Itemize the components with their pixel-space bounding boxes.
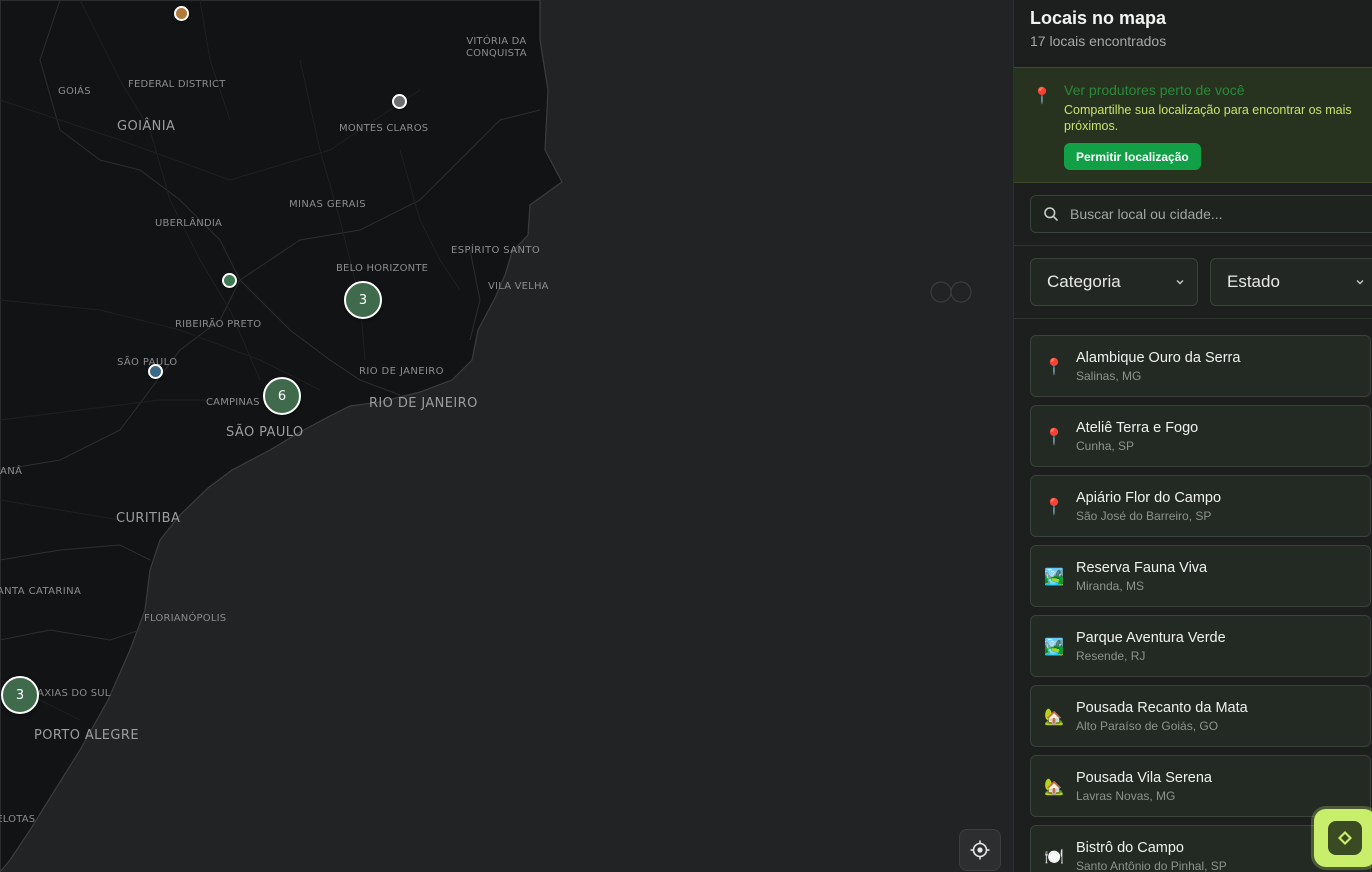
place-city: Santo Antônio do Pinhal, SP [1076, 859, 1227, 872]
place-city: Cunha, SP [1076, 439, 1135, 453]
search-box[interactable] [1030, 195, 1372, 233]
map-label-belo-horizonte: BELO HORIZONTE [336, 263, 429, 274]
map-label-curitiba: CURITIBA [116, 511, 181, 526]
map-label-rio-de-janeiro: RIO DE JANEIRO [369, 396, 478, 411]
category-select-label: Categoria [1047, 272, 1121, 291]
map-label-sao-paulo-state: SÃO PAULO [117, 357, 178, 368]
place-city: Resende, RJ [1076, 649, 1146, 663]
map-label-goiania: GOIÂNIA [117, 119, 176, 134]
map-label-federal-district: FEDERAL DISTRICT [128, 79, 226, 90]
place-city: Alto Paraíso de Goiás, GO [1076, 719, 1219, 733]
filters: Categoria Estado [1014, 246, 1372, 319]
fab-inner [1328, 821, 1362, 855]
app: GOIÂNIA SÃO PAULO RIO DE JANEIRO CURITIB… [0, 0, 1372, 872]
map-cluster[interactable]: 3 [344, 281, 382, 319]
allow-location-button[interactable]: Permitir localização [1064, 143, 1201, 170]
map-label-parana: PARANÁ [0, 466, 23, 477]
place-category-icon: 📍 [1044, 496, 1064, 516]
map-label-pelotas: PELOTAS [0, 814, 36, 825]
map-label-montes-claros: MONTES CLAROS [339, 123, 429, 134]
map-label-rio-de-janeiro-state: RIO DE JANEIRO [359, 366, 444, 377]
state-select[interactable]: Estado [1210, 258, 1372, 306]
crosshair-icon [970, 840, 990, 860]
place-category-icon: 🏞️ [1044, 636, 1064, 656]
place-category-icon: 📍 [1044, 426, 1064, 446]
map-pin[interactable] [174, 6, 189, 21]
map-label-goias: GOIÁS [58, 86, 91, 97]
map-label-campinas: CAMPINAS [206, 397, 260, 408]
place-category-icon: 🏡 [1044, 776, 1064, 796]
place-name: Ateliê Terra e Fogo [1076, 420, 1199, 436]
sidebar-header: Locais no mapa 17 locais encontrados [1014, 0, 1372, 67]
map-label-santa-catarina: SANTA CATARINA [0, 586, 82, 597]
place-name: Bistrô do Campo [1076, 840, 1184, 856]
map[interactable]: GOIÂNIA SÃO PAULO RIO DE JANEIRO CURITIB… [0, 0, 1013, 872]
map-label-sao-paulo: SÃO PAULO [226, 425, 304, 440]
place-category-icon: 📍 [1044, 356, 1064, 376]
map-label-ribeirao-preto: RIBEIRÃO PRETO [175, 319, 262, 330]
place-category-icon: 🍽️ [1044, 846, 1064, 866]
chevron-down-icon [1356, 280, 1364, 285]
list-item[interactable]: 📍 Ateliê Terra e Fogo Cunha, SP [1030, 405, 1371, 467]
place-city: Salinas, MG [1076, 369, 1142, 383]
map-label-espirito-santo: ESPÍRITO SANTO [451, 245, 541, 256]
location-pin-icon: 📍 [1032, 86, 1052, 105]
map-cluster[interactable]: 6 [263, 377, 301, 415]
map-pin[interactable] [148, 364, 163, 379]
map-label-minas-gerais: MINAS GERAIS [289, 199, 366, 210]
location-banner-title: Ver produtores perto de você [1064, 82, 1245, 98]
map-label-caxias-do-sul: CAXIAS DO SUL [30, 688, 111, 699]
place-category-icon: 🏡 [1044, 706, 1064, 726]
map-label-vitoria-da-conquista: VITÓRIA DA CONQUISTA [466, 36, 527, 59]
results-count: 17 locais encontrados [1030, 33, 1167, 49]
category-select[interactable]: Categoria [1030, 258, 1198, 306]
map-label-porto-alegre: PORTO ALEGRE [34, 728, 139, 743]
place-city: Miranda, MS [1076, 579, 1145, 593]
list-item[interactable]: 🏡 Pousada Vila Serena Lavras Novas, MG [1030, 755, 1371, 817]
location-banner: 📍 Ver produtores perto de você Compartil… [1014, 67, 1372, 183]
place-city: São José do Barreiro, SP [1076, 509, 1212, 523]
search-input[interactable] [1070, 206, 1360, 222]
place-city: Lavras Novas, MG [1076, 789, 1176, 803]
map-pin[interactable] [392, 94, 407, 109]
search-icon [1044, 207, 1058, 221]
places-list: 📍 Alambique Ouro da Serra Salinas, MG 📍 … [1030, 335, 1372, 872]
place-name: Pousada Recanto da Mata [1076, 700, 1248, 716]
list-item[interactable]: 🏡 Pousada Recanto da Mata Alto Paraíso d… [1030, 685, 1371, 747]
place-name: Apiário Flor do Campo [1076, 490, 1222, 506]
place-name: Alambique Ouro da Serra [1076, 350, 1241, 366]
location-banner-text: Compartilhe sua localização para encontr… [1064, 103, 1352, 133]
locate-button[interactable] [959, 829, 1001, 871]
list-item[interactable]: 📍 Apiário Flor do Campo São José do Barr… [1030, 475, 1371, 537]
state-select-label: Estado [1227, 272, 1280, 291]
map-overlay-rings-icon [930, 281, 972, 303]
map-label-vila-velha: VILA VELHA [488, 281, 549, 292]
chevron-down-icon [1176, 280, 1184, 285]
list-item[interactable]: 🏞️ Parque Aventura Verde Resende, RJ [1030, 615, 1371, 677]
map-pin[interactable] [222, 273, 237, 288]
list-item[interactable]: 📍 Alambique Ouro da Serra Salinas, MG [1030, 335, 1371, 397]
assistant-fab-button[interactable] [1314, 809, 1372, 867]
place-name: Reserva Fauna Viva [1076, 560, 1208, 576]
map-label-florianopolis: FLORIANÓPOLIS [144, 613, 227, 624]
place-category-icon: 🏞️ [1044, 566, 1064, 586]
place-name: Parque Aventura Verde [1076, 630, 1226, 646]
map-label-uberlandia: UBERLÂNDIA [155, 218, 223, 229]
leaf-diamond-icon [1338, 831, 1352, 845]
sidebar: Locais no mapa 17 locais encontrados 📍 V… [1013, 0, 1372, 872]
sidebar-title: Locais no mapa [1030, 8, 1167, 28]
list-item[interactable]: 🏞️ Reserva Fauna Viva Miranda, MS [1030, 545, 1371, 607]
place-name: Pousada Vila Serena [1076, 770, 1212, 786]
search-section [1014, 183, 1372, 246]
map-cluster[interactable]: 3 [1, 676, 39, 714]
